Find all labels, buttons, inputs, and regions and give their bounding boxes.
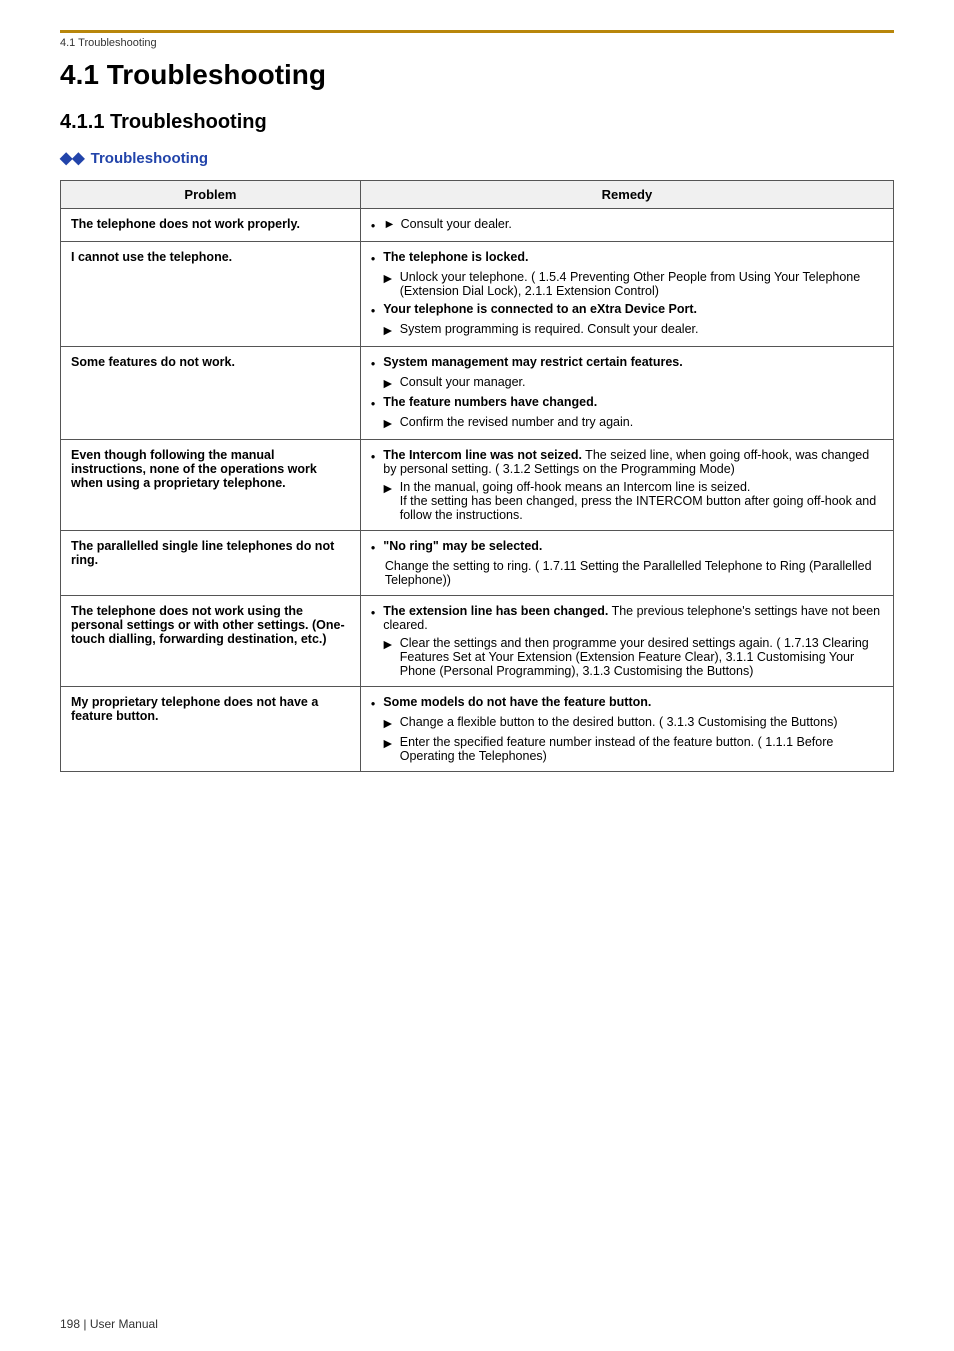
page-footer: 198 | User Manual — [60, 1317, 158, 1331]
col-problem-header: Problem — [61, 181, 361, 209]
remedy-plain: Change the setting to ring. ( 1.7.11 Set… — [385, 559, 883, 587]
remedy-arrow-line: ►Clear the settings and then programme y… — [381, 636, 883, 678]
remedy-cell: •System management may restrict certain … — [360, 347, 893, 440]
icon-title: ◆◆ Troubleshooting — [60, 148, 894, 168]
troubleshooting-table: Problem Remedy The telephone does not wo… — [60, 180, 894, 772]
page: 4.1 Troubleshooting 4.1 Troubleshooting … — [0, 0, 954, 1351]
remedy-bullet-mixed: •Some models do not have the feature but… — [371, 695, 883, 711]
problem-cell: The telephone does not work properly. — [61, 209, 361, 242]
remedy-cell: •The Intercom line was not seized. The s… — [360, 440, 893, 531]
remedy-arrow-line: ►Enter the specified feature number inst… — [381, 735, 883, 763]
table-row: Some features do not work. •System manage… — [61, 347, 894, 440]
remedy-bullet-bold: •The feature numbers have changed. — [371, 395, 883, 411]
remedy-bullet-bold: •The telephone is locked. — [371, 250, 883, 266]
diamonds-icon: ◆◆ — [60, 148, 85, 168]
remedy-cell: •Some models do not have the feature but… — [360, 687, 893, 772]
section-title: 4.1 Troubleshooting — [60, 59, 894, 91]
breadcrumb: 4.1 Troubleshooting — [60, 37, 894, 49]
table-row: Even though following the manual instruc… — [61, 440, 894, 531]
remedy-arrow-line: ►System programming is required. Consult… — [381, 322, 883, 338]
remedy-arrow-line: ►In the manual, going off-hook means an … — [381, 480, 883, 522]
table-row: The parallelled single line telephones d… — [61, 531, 894, 596]
remedy-bullet-bold: •Your telephone is connected to an eXtra… — [371, 302, 883, 318]
remedy-cell: •The extension line has been changed. Th… — [360, 596, 893, 687]
problem-cell: The parallelled single line telephones d… — [61, 531, 361, 596]
table-row: The telephone does not work using the pe… — [61, 596, 894, 687]
remedy-arrow-line: ►Unlock your telephone. ( 1.5.4 Preventi… — [381, 270, 883, 298]
remedy-bullet-bold: •System management may restrict certain … — [371, 355, 883, 371]
problem-cell: My proprietary telephone does not have a… — [61, 687, 361, 772]
remedy-arrow-line: ►Change a flexible button to the desired… — [381, 715, 883, 731]
remedy-arrow-item: •►Consult your dealer. — [371, 217, 883, 233]
footer-label: User Manual — [90, 1317, 158, 1331]
problem-cell: The telephone does not work using the pe… — [61, 596, 361, 687]
remedy-arrow-line: ►Confirm the revised number and try agai… — [381, 415, 883, 431]
remedy-arrow-line: ►Consult your manager. — [381, 375, 883, 391]
remedy-cell: •The telephone is locked. ►Unlock your te… — [360, 242, 893, 347]
table-row: I cannot use the telephone.•The telephon… — [61, 242, 894, 347]
remedy-bullet-mixed: •The Intercom line was not seized. The s… — [371, 448, 883, 476]
table-row: My proprietary telephone does not have a… — [61, 687, 894, 772]
subsection-title: 4.1.1 Troubleshooting — [60, 111, 894, 134]
remedy-cell: •►Consult your dealer. — [360, 209, 893, 242]
table-row: The telephone does not work properly. •►C… — [61, 209, 894, 242]
problem-cell: Even though following the manual instruc… — [61, 440, 361, 531]
problem-cell: I cannot use the telephone. — [61, 242, 361, 347]
problem-cell: Some features do not work. — [61, 347, 361, 440]
col-remedy-header: Remedy — [360, 181, 893, 209]
top-bar — [60, 30, 894, 33]
remedy-bullet-mixed: •"No ring" may be selected. — [371, 539, 883, 555]
remedy-cell: •"No ring" may be selected. Change the se… — [360, 531, 893, 596]
page-number: 198 — [60, 1317, 80, 1331]
remedy-bullet-mixed: •The extension line has been changed. Th… — [371, 604, 883, 632]
